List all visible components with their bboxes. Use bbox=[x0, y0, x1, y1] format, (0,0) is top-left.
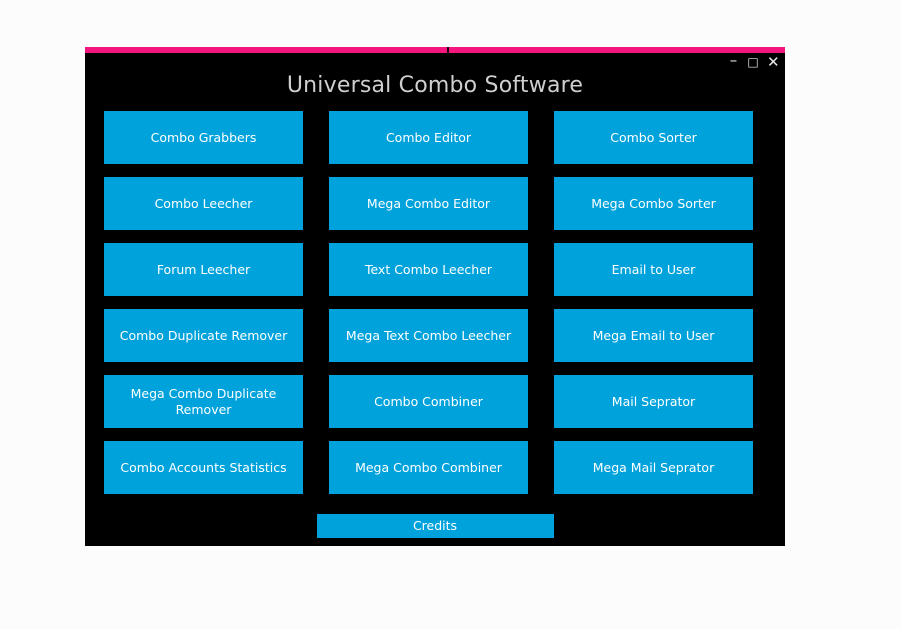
close-icon[interactable]: ✕ bbox=[767, 55, 780, 70]
tool-button[interactable]: Text Combo Leecher bbox=[329, 243, 528, 296]
minimize-icon[interactable]: – bbox=[728, 53, 739, 68]
app-window: – □ ✕ Universal Combo Software Combo Gra… bbox=[85, 47, 785, 546]
tool-button[interactable]: Combo Duplicate Remover bbox=[104, 309, 303, 362]
tool-button[interactable]: Mega Text Combo Leecher bbox=[329, 309, 528, 362]
tool-button[interactable]: Mega Combo Combiner bbox=[329, 441, 528, 494]
tool-button[interactable]: Email to User bbox=[554, 243, 753, 296]
accent-bar bbox=[85, 47, 785, 53]
tool-button[interactable]: Combo Sorter bbox=[554, 111, 753, 164]
tool-button[interactable]: Combo Combiner bbox=[329, 375, 528, 428]
tool-button[interactable]: Mega Combo Duplicate Remover bbox=[104, 375, 303, 428]
tool-button[interactable]: Combo Grabbers bbox=[104, 111, 303, 164]
credits-row: Credits bbox=[85, 514, 785, 538]
tool-button[interactable]: Combo Accounts Statistics bbox=[104, 441, 303, 494]
credits-button[interactable]: Credits bbox=[316, 514, 554, 538]
tool-button-grid: Combo Grabbers Combo Editor Combo Sorter… bbox=[104, 111, 766, 494]
tool-button[interactable]: Mega Mail Seprator bbox=[554, 441, 753, 494]
page-title: Universal Combo Software bbox=[286, 73, 584, 98]
tool-button[interactable]: Mail Seprator bbox=[554, 375, 753, 428]
tool-button[interactable]: Mega Combo Sorter bbox=[554, 177, 753, 230]
tool-button[interactable]: Mega Email to User bbox=[554, 309, 753, 362]
tool-button[interactable]: Forum Leecher bbox=[104, 243, 303, 296]
accent-bar-left-segment bbox=[85, 47, 447, 53]
maximize-icon[interactable]: □ bbox=[747, 55, 759, 69]
tool-button[interactable]: Mega Combo Editor bbox=[329, 177, 528, 230]
tool-button[interactable]: Combo Leecher bbox=[104, 177, 303, 230]
tool-button[interactable]: Combo Editor bbox=[329, 111, 528, 164]
window-controls: – □ ✕ bbox=[728, 53, 780, 70]
